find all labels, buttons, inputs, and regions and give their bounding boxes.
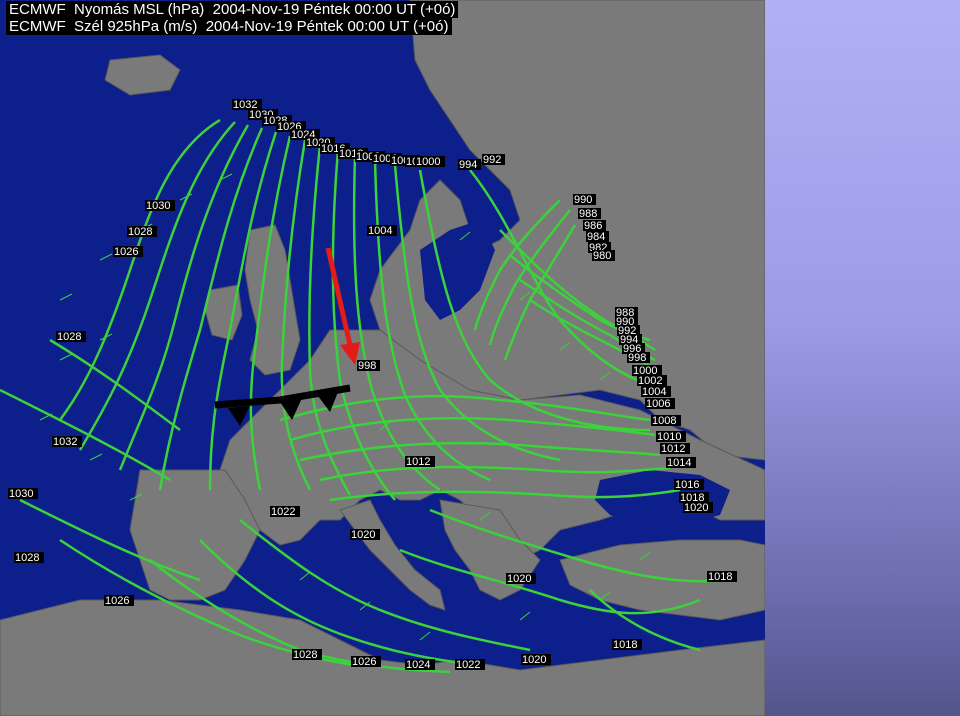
isobar-label: 1024 bbox=[406, 659, 430, 671]
isobar-label: 998 bbox=[628, 352, 646, 364]
isobar-label: 1004 bbox=[642, 386, 666, 398]
isobar-label: 990 bbox=[574, 194, 592, 206]
map-header-wind: ECMWF Szél 925hPa (m/s) 2004-Nov-19 Pént… bbox=[6, 18, 452, 35]
isobar-label: 1000 bbox=[416, 156, 440, 168]
isobar-label: 1020 bbox=[351, 529, 375, 541]
isobar-label: 994 bbox=[459, 159, 477, 171]
isobar-label: 1028 bbox=[15, 552, 39, 564]
isobar-label: 1010 bbox=[657, 431, 681, 443]
isobar-label: 1026 bbox=[352, 656, 376, 668]
isobar-label: 1030 bbox=[9, 488, 33, 500]
isobar-label: 1028 bbox=[128, 226, 152, 238]
isobar-label: 1008 bbox=[652, 415, 676, 427]
map-header-pressure: ECMWF Nyomás MSL (hPa) 2004-Nov-19 Pénte… bbox=[6, 1, 459, 18]
isobar-label: 1018 bbox=[613, 639, 637, 651]
isobar-label: 1020 bbox=[522, 654, 546, 666]
isobar-label: 1028 bbox=[57, 331, 81, 343]
isobar-label: 992 bbox=[483, 154, 501, 166]
isobar-label: 1022 bbox=[456, 659, 480, 671]
isobar-label: 1020 bbox=[684, 502, 708, 514]
isobar-label: 1014 bbox=[667, 457, 691, 469]
isobar-label: 1012 bbox=[661, 443, 685, 455]
isobar-label: 988 bbox=[579, 208, 597, 220]
isobar-label: 1026 bbox=[105, 595, 129, 607]
isobar-label: 980 bbox=[593, 250, 611, 262]
isobar-label: 1004 bbox=[368, 225, 392, 237]
map-canvas: 1032 1030 1028 1026 1024 1020 1016 1012 1008 1006… bbox=[0, 0, 765, 716]
isobar-label: 1012 bbox=[406, 456, 430, 468]
isobar-label: 1032 bbox=[53, 436, 77, 448]
isobar-label: 1020 bbox=[507, 573, 531, 585]
isobar-label: 1016 bbox=[675, 479, 699, 491]
weather-map: 1032 1030 1028 1026 1024 1020 1016 1012 1008 1006… bbox=[0, 0, 765, 716]
isobar-label: 1026 bbox=[114, 246, 138, 258]
isobar-label: 1018 bbox=[708, 571, 732, 583]
isobar-label: 998 bbox=[358, 360, 376, 372]
isobar-label: 1006 bbox=[646, 398, 670, 410]
isobar-label: 1028 bbox=[293, 649, 317, 661]
isobar-label: 1030 bbox=[146, 200, 170, 212]
isobar-label: 1022 bbox=[271, 506, 295, 518]
side-panel bbox=[765, 0, 960, 716]
